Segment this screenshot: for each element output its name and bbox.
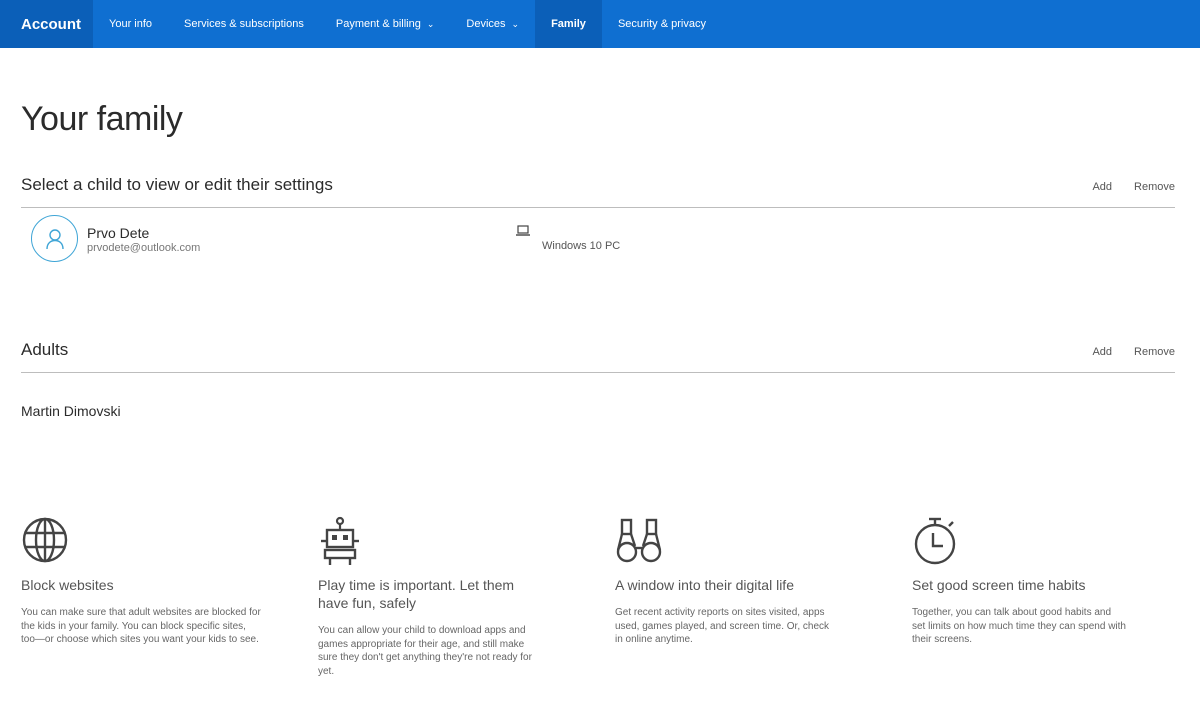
add-adult-link[interactable]: Add xyxy=(1092,346,1112,358)
avatar xyxy=(31,215,78,262)
feature-block-websites: Block websites You can make sure that ad… xyxy=(21,516,261,647)
robot-icon xyxy=(321,516,359,565)
nav-security-privacy[interactable]: Security & privacy xyxy=(602,0,722,48)
nav-label: Security & privacy xyxy=(617,18,706,30)
remove-child-link[interactable]: Remove xyxy=(1134,181,1175,193)
adults-section-header: Adults Add Remove xyxy=(21,337,1175,373)
feature-screen-time: Set good screen time habits Together, yo… xyxy=(912,516,1127,647)
feature-description: Together, you can talk about good habits… xyxy=(912,607,1126,646)
feature-title: Block websites xyxy=(21,577,114,593)
binoculars-icon xyxy=(616,518,662,563)
device-name: Windows 10 PC xyxy=(542,240,621,252)
nav-payment-billing[interactable]: Payment & billing ⌄ xyxy=(320,0,451,48)
feature-play-time: Play time is important. Let them have fu… xyxy=(318,516,533,678)
feature-description: Get recent activity reports on sites vis… xyxy=(615,607,829,646)
nav-your-info[interactable]: Your info xyxy=(93,0,168,48)
child-row[interactable]: Prvo Dete prvodete@outlook.com Windows 1… xyxy=(31,215,731,265)
children-actions: Add Remove xyxy=(1092,181,1175,193)
person-icon xyxy=(45,228,64,249)
chevron-down-icon: ⌄ xyxy=(426,18,435,29)
children-section-header: Select a child to view or edit their set… xyxy=(21,172,1175,208)
feature-title: Set good screen time habits xyxy=(912,577,1086,593)
child-name: Prvo Dete xyxy=(87,225,150,241)
nav-family[interactable]: Family xyxy=(535,0,602,48)
top-nav: Account Your info Services & subscriptio… xyxy=(0,0,1200,48)
remove-adult-link[interactable]: Remove xyxy=(1134,346,1175,358)
children-section-heading: Select a child to view or edit their set… xyxy=(21,175,333,194)
adults-actions: Add Remove xyxy=(1092,346,1175,358)
feature-title: Play time is important. Let them have fu… xyxy=(318,577,515,611)
feature-title: A window into their digital life xyxy=(615,577,794,593)
nav-services-subscriptions[interactable]: Services & subscriptions xyxy=(168,0,320,48)
nav-label: Devices xyxy=(466,18,506,30)
add-child-link[interactable]: Add xyxy=(1092,181,1112,193)
adult-member-name: Martin Dimovski xyxy=(21,403,121,419)
nav-label: Payment & billing xyxy=(335,18,421,30)
page-title: Your family xyxy=(21,100,183,138)
nav-label: Family xyxy=(551,18,586,30)
feature-description: You can allow your child to download app… xyxy=(318,625,532,677)
nav-label: Services & subscriptions xyxy=(184,18,304,30)
feature-description: You can make sure that adult websites ar… xyxy=(21,607,261,646)
globe-icon xyxy=(22,517,68,563)
account-brand-link[interactable]: Account xyxy=(0,0,93,48)
nav-devices[interactable]: Devices ⌄ xyxy=(450,0,535,48)
adults-section-heading: Adults xyxy=(21,340,69,359)
nav-label: Your info xyxy=(109,18,153,30)
laptop-icon xyxy=(516,225,530,236)
stopwatch-icon xyxy=(914,517,956,565)
child-email: prvodete@outlook.com xyxy=(87,242,201,254)
feature-digital-life: A window into their digital life Get rec… xyxy=(615,516,830,647)
chevron-down-icon: ⌄ xyxy=(511,18,520,29)
